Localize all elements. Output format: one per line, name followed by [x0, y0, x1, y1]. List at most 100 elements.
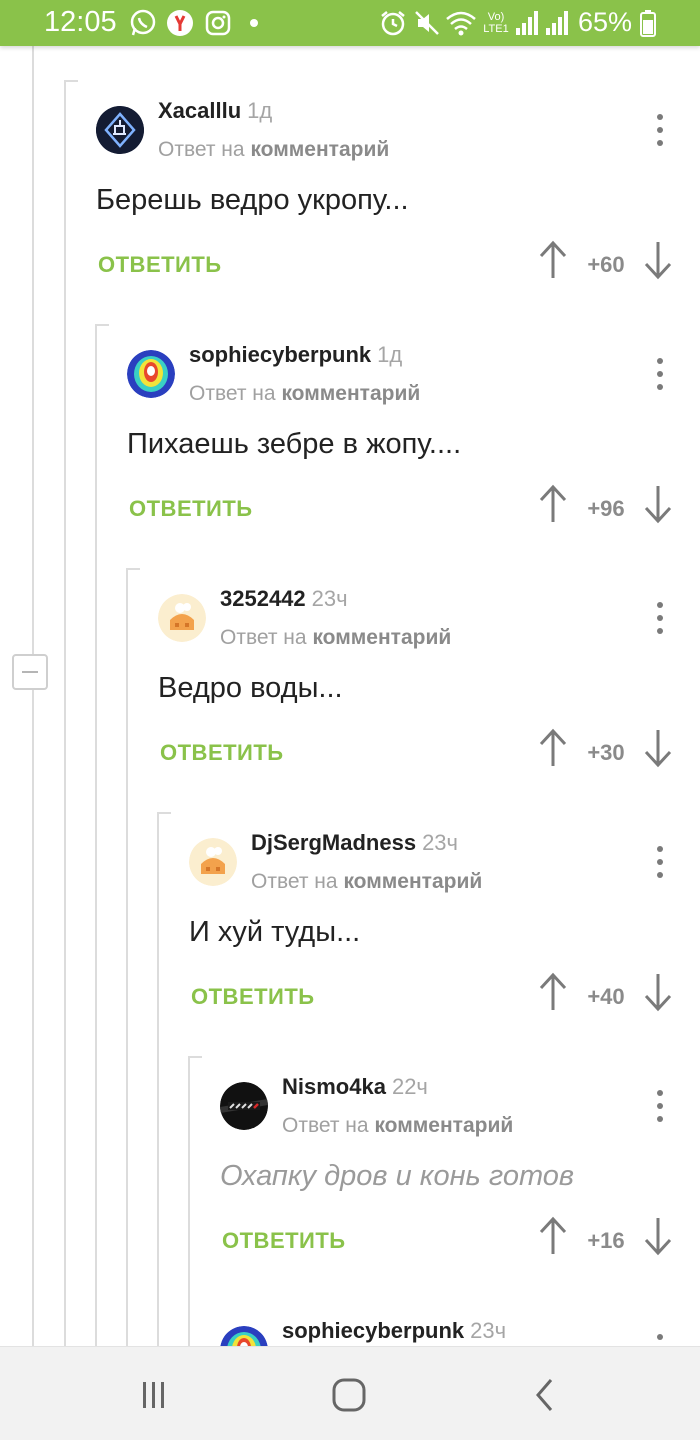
author-name[interactable]: Nismo4ka: [282, 1074, 386, 1099]
reply-prefix: Ответ на: [282, 1114, 369, 1137]
thread-line: [95, 324, 97, 1346]
comment-age: 23ч: [311, 586, 348, 611]
reply-to-label: Ответ на комментарий: [251, 870, 482, 894]
status-bar: 12:05 Vo) LTE1 65%: [0, 0, 700, 46]
comment-author[interactable]: sophiecyberpunk 1д: [189, 342, 402, 368]
lte-label-top: Vo): [487, 11, 505, 23]
reply-button[interactable]: ОТВЕТИТЬ: [222, 1228, 346, 1254]
lte-icon: Vo) LTE1: [480, 9, 512, 37]
comment-text: Ведро воды...: [158, 672, 343, 704]
comment: sophiecyberpunk 23ч: [220, 1304, 700, 1346]
more-options-icon[interactable]: [650, 114, 670, 148]
thermal-image-avatar: [220, 1326, 268, 1346]
alarm-icon: [378, 9, 408, 37]
thread-line: [157, 812, 171, 814]
downvote-arrow-icon[interactable]: [642, 240, 674, 280]
comment-age: 23ч: [470, 1318, 507, 1343]
thread-line: [188, 1056, 190, 1346]
author-name[interactable]: 3252442: [220, 586, 306, 611]
downvote-arrow-icon[interactable]: [642, 728, 674, 768]
battery-percent: 65%: [578, 7, 633, 37]
avatar[interactable]: [96, 106, 144, 154]
signal-icon: [514, 9, 540, 37]
thread-line: [188, 1056, 202, 1058]
reply-prefix: Ответ на: [220, 626, 307, 649]
comment-age: 1д: [377, 342, 403, 367]
comment-score: +96: [587, 496, 625, 521]
reply-to-label: Ответ на комментарий: [282, 1114, 513, 1138]
wifi-icon: [444, 9, 478, 37]
author-name[interactable]: sophiecyberpunk: [282, 1318, 464, 1343]
downvote-arrow-icon[interactable]: [642, 484, 674, 524]
avatar[interactable]: [127, 350, 175, 398]
comment-author[interactable]: sophiecyberpunk 23ч: [282, 1318, 506, 1344]
reply-button[interactable]: ОТВЕТИТЬ: [191, 984, 315, 1010]
avatar[interactable]: [158, 594, 206, 642]
reply-button[interactable]: ОТВЕТИТЬ: [129, 496, 253, 522]
thread-line: [64, 80, 78, 82]
more-options-icon[interactable]: [650, 1090, 670, 1124]
more-options-icon[interactable]: [650, 602, 670, 636]
downvote-arrow-icon[interactable]: [642, 972, 674, 1012]
downvote-arrow-icon[interactable]: [642, 1216, 674, 1256]
author-name[interactable]: sophiecyberpunk: [189, 342, 371, 367]
comment-text: Берешь ведро укропу...: [96, 184, 409, 216]
author-name[interactable]: Xacalllu: [158, 98, 241, 123]
recent-apps-icon[interactable]: [132, 1375, 176, 1415]
comment-age: 23ч: [422, 830, 458, 855]
comment-author[interactable]: Nismo4ka 22ч: [282, 1074, 428, 1100]
yandex-icon: [166, 9, 194, 37]
comment-score: +60: [587, 252, 625, 277]
reply-prefix: Ответ на: [251, 870, 338, 893]
thread-line: [126, 568, 128, 1346]
reply-to-label: Ответ на комментарий: [189, 382, 420, 406]
comment-author[interactable]: 3252442 23ч: [220, 586, 348, 612]
avatar[interactable]: [220, 1326, 268, 1346]
upvote-arrow-icon[interactable]: [537, 1216, 569, 1256]
instagram-icon: [204, 9, 232, 37]
upvote-arrow-icon[interactable]: [537, 728, 569, 768]
thermal-image-avatar: [127, 350, 175, 398]
collapse-thread-button[interactable]: [12, 654, 48, 690]
comment-author[interactable]: Xacalllu 1д: [158, 98, 272, 124]
author-name[interactable]: DjSergMadness: [251, 830, 416, 855]
avatar[interactable]: [220, 1082, 268, 1130]
comment-text: Охапку дров и конь готов: [220, 1160, 575, 1192]
battery-icon: [638, 9, 658, 37]
mute-icon: [412, 9, 442, 37]
upvote-arrow-icon[interactable]: [537, 240, 569, 280]
whatsapp-icon: [128, 9, 158, 37]
more-options-icon[interactable]: [650, 358, 670, 392]
status-time: 12:05: [44, 6, 117, 38]
reply-prefix: Ответ на: [189, 382, 276, 405]
reply-target-link[interactable]: комментарий: [281, 382, 420, 405]
home-icon[interactable]: [327, 1375, 371, 1415]
comment-score: +40: [587, 984, 625, 1009]
reply-target-link[interactable]: комментарий: [343, 870, 482, 893]
signal-icon: [544, 9, 570, 37]
nismo-logo-avatar: [220, 1082, 268, 1130]
avatar[interactable]: [189, 838, 237, 886]
comment-age: 22ч: [391, 1074, 428, 1099]
reply-target-link[interactable]: комментарий: [312, 626, 451, 649]
dot-icon: [248, 9, 260, 37]
reply-target-link[interactable]: комментарий: [374, 1114, 513, 1137]
reply-target-link[interactable]: комментарий: [250, 138, 389, 161]
back-icon[interactable]: [523, 1375, 567, 1415]
thread-line: [95, 324, 109, 326]
thread-line: [64, 80, 66, 1346]
lte-label-bottom: LTE1: [483, 23, 509, 35]
thread-line: [157, 812, 159, 1346]
upvote-arrow-icon[interactable]: [537, 484, 569, 524]
more-options-icon[interactable]: [650, 846, 670, 880]
upvote-arrow-icon[interactable]: [537, 972, 569, 1012]
reply-to-label: Ответ на комментарий: [158, 138, 389, 162]
thread-line: [32, 46, 34, 654]
more-options-icon[interactable]: [650, 1334, 670, 1346]
reply-button[interactable]: ОТВЕТИТЬ: [160, 740, 284, 766]
reply-button[interactable]: ОТВЕТИТЬ: [98, 252, 222, 278]
dynamo-logo-avatar: [96, 106, 144, 154]
comment-author[interactable]: DjSergMadness 23ч: [251, 830, 458, 856]
comment-score: +30: [587, 740, 625, 765]
reply-to-label: Ответ на комментарий: [220, 626, 451, 650]
